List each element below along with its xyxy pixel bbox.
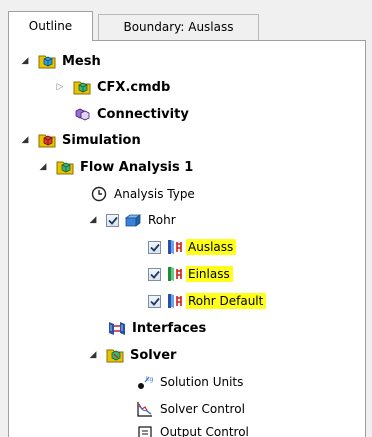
boundary-icon [166,265,184,283]
tree-item-connectivity[interactable]: Connectivity [73,102,189,126]
convergence-icon [136,400,154,418]
rohr-default-checkbox[interactable] [148,294,161,308]
mesh-file-icon [73,78,91,96]
tree-label-einlass: Einlass [186,266,233,282]
connectivity-icon [73,105,91,123]
tree-label-simulation: Simulation [62,132,141,148]
expanded-arrow-icon[interactable]: ◢ [88,350,98,360]
tree-label-auslass: Auslass [186,239,237,255]
tree-label-solution-units: Solution Units [160,375,244,389]
tree-item-cfx-cmdb[interactable]: ▷ CFX.cmdb [55,75,170,99]
tree-item-rohr[interactable]: ◢ Rohr [88,208,176,232]
boundary-icon [166,292,184,310]
collapsed-arrow-icon[interactable]: ▷ [55,82,65,92]
output-icon [136,425,154,437]
tree-label-solver: Solver [130,347,177,363]
tree-label-analysis-type: Analysis Type [114,187,195,201]
tree-label-cfx-cmdb: CFX.cmdb [97,79,171,95]
rohr-checkbox[interactable] [106,213,119,227]
tree-label-mesh: Mesh [62,53,101,69]
tree-label-rohr-default: Rohr Default [186,293,267,309]
tree-item-solver[interactable]: ◢ Solver [88,343,176,367]
tree-item-solution-units[interactable]: kg Solution Units [136,370,243,394]
tree-label-rohr: Rohr [148,213,176,227]
flow-analysis-icon [56,158,74,176]
svg-text:kg: kg [146,376,153,383]
mesh-folder-icon [38,52,56,70]
tree-label-output-control: Output Control [160,425,249,437]
expanded-arrow-icon[interactable]: ◢ [20,135,30,145]
tree-item-einlass[interactable]: Einlass [148,262,233,286]
tree-item-rohr-default[interactable]: Rohr Default [148,289,267,313]
tree-label-flow-analysis-1: Flow Analysis 1 [80,159,194,175]
boundary-icon [166,238,184,256]
tree-item-mesh[interactable]: ◢ Mesh [20,49,101,73]
domain-icon [124,211,142,229]
tree-item-auslass[interactable]: Auslass [148,235,237,259]
tab-strip: Outline Boundary: Auslass [0,0,372,42]
expanded-arrow-icon[interactable]: ◢ [20,56,30,66]
outline-window: Outline Boundary: Auslass ◢ Mesh ▷ CFX.c… [0,0,372,437]
tree-label-connectivity: Connectivity [97,106,189,122]
tree-label-solver-control: Solver Control [160,402,245,416]
tree-item-interfaces[interactable]: Interfaces [108,316,206,340]
expanded-arrow-icon[interactable]: ◢ [38,162,48,172]
tab-outline[interactable]: Outline [8,11,93,41]
einlass-checkbox[interactable] [148,267,161,281]
tab-boundary-auslass[interactable]: Boundary: Auslass [98,14,259,40]
tree-item-analysis-type[interactable]: Analysis Type [90,182,195,206]
tree-item-flow-analysis-1[interactable]: ◢ Flow Analysis 1 [38,155,193,179]
tree-item-output-control[interactable]: Output Control [136,423,249,437]
tree-item-simulation[interactable]: ◢ Simulation [20,128,141,152]
interfaces-icon [108,319,126,337]
simulation-folder-icon [38,131,56,149]
expanded-arrow-icon[interactable]: ◢ [88,215,98,225]
solver-folder-icon [106,346,124,364]
auslass-checkbox[interactable] [148,240,161,254]
clock-icon [90,185,108,203]
units-icon: kg [136,373,154,391]
tree-item-solver-control[interactable]: Solver Control [136,397,245,421]
tree-label-interfaces: Interfaces [132,320,207,336]
